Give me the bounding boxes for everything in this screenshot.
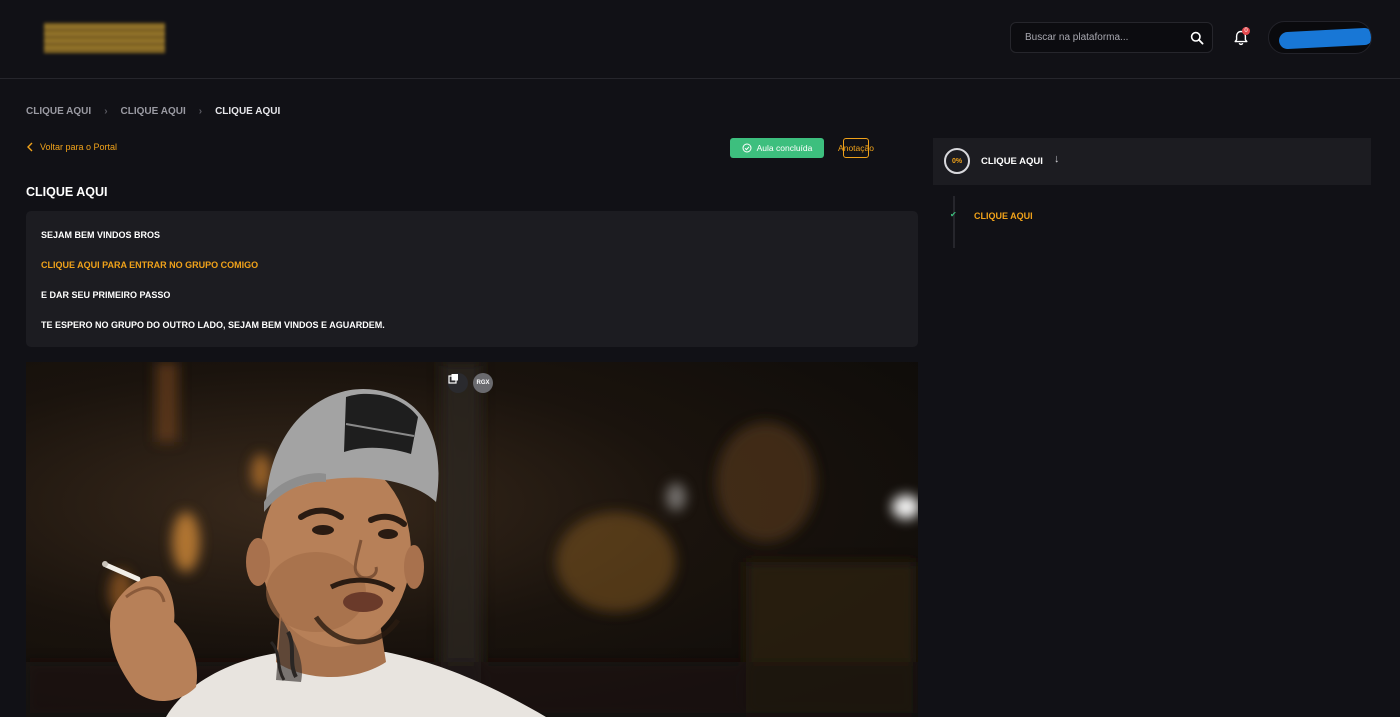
top-header: 0 bbox=[0, 0, 1400, 79]
back-link-label: Voltar para o Portal bbox=[40, 142, 118, 152]
video-frame bbox=[26, 362, 918, 717]
breadcrumb-item[interactable]: CLIQUE AQUI bbox=[121, 106, 186, 117]
sidebar-lesson-item[interactable]: CLIQUE AQUI bbox=[974, 211, 1033, 221]
notification-badge: 0 bbox=[1242, 27, 1250, 35]
pip-button[interactable] bbox=[448, 373, 468, 393]
description-line: TE ESPERO NO GRUPO DO OUTRO LADO, SEJAM … bbox=[41, 320, 385, 330]
group-link[interactable]: CLIQUE AQUI PARA ENTRAR NO GRUPO COMIGO bbox=[41, 260, 258, 270]
video-player[interactable]: RGX bbox=[26, 362, 918, 717]
search-icon[interactable] bbox=[1190, 31, 1204, 45]
module-title: CLIQUE AQUI bbox=[981, 156, 1043, 167]
video-channel-badge[interactable]: RGX bbox=[473, 373, 493, 393]
search-box[interactable] bbox=[1010, 22, 1213, 53]
search-input[interactable] bbox=[1025, 23, 1185, 52]
lesson-title: CLIQUE AQUI bbox=[26, 185, 108, 199]
description-line: E DAR SEU PRIMEIRO PASSO bbox=[41, 290, 171, 300]
chevron-right-icon: › bbox=[104, 105, 108, 117]
arrow-down-icon[interactable]: ↓ bbox=[1054, 153, 1060, 165]
user-menu[interactable] bbox=[1268, 21, 1372, 54]
annotation-label: Anotação bbox=[838, 143, 874, 153]
lesson-list-line bbox=[953, 196, 955, 248]
back-to-portal-link[interactable]: Voltar para o Portal bbox=[26, 142, 117, 152]
breadcrumb: CLIQUE AQUI › CLIQUE AQUI › CLIQUE AQUI bbox=[26, 104, 280, 118]
progress-indicator: 0% bbox=[944, 148, 970, 174]
user-name-redacted bbox=[1278, 27, 1371, 50]
lesson-description: SEJAM BEM VINDOS BROS CLIQUE AQUI PARA E… bbox=[26, 211, 918, 347]
check-circle-icon bbox=[742, 143, 752, 153]
description-line: SEJAM BEM VINDOS BROS bbox=[41, 230, 161, 240]
chevron-right-icon: › bbox=[198, 105, 203, 117]
breadcrumb-item[interactable]: CLIQUE AQUI bbox=[26, 106, 91, 117]
double-check-icon: ✔ bbox=[950, 210, 957, 219]
annotation-button[interactable]: Anotação bbox=[838, 138, 874, 158]
picture-in-picture-icon bbox=[448, 374, 458, 384]
brand-logo[interactable] bbox=[44, 23, 165, 53]
lesson-completed-label: Aula concluída bbox=[756, 143, 813, 153]
chevron-left-icon bbox=[27, 142, 33, 152]
breadcrumb-current: CLIQUE AQUI bbox=[215, 105, 281, 117]
lesson-completed-button[interactable]: Aula concluída bbox=[730, 138, 824, 158]
module-header[interactable]: 0% CLIQUE AQUI ↓ bbox=[933, 138, 1371, 185]
